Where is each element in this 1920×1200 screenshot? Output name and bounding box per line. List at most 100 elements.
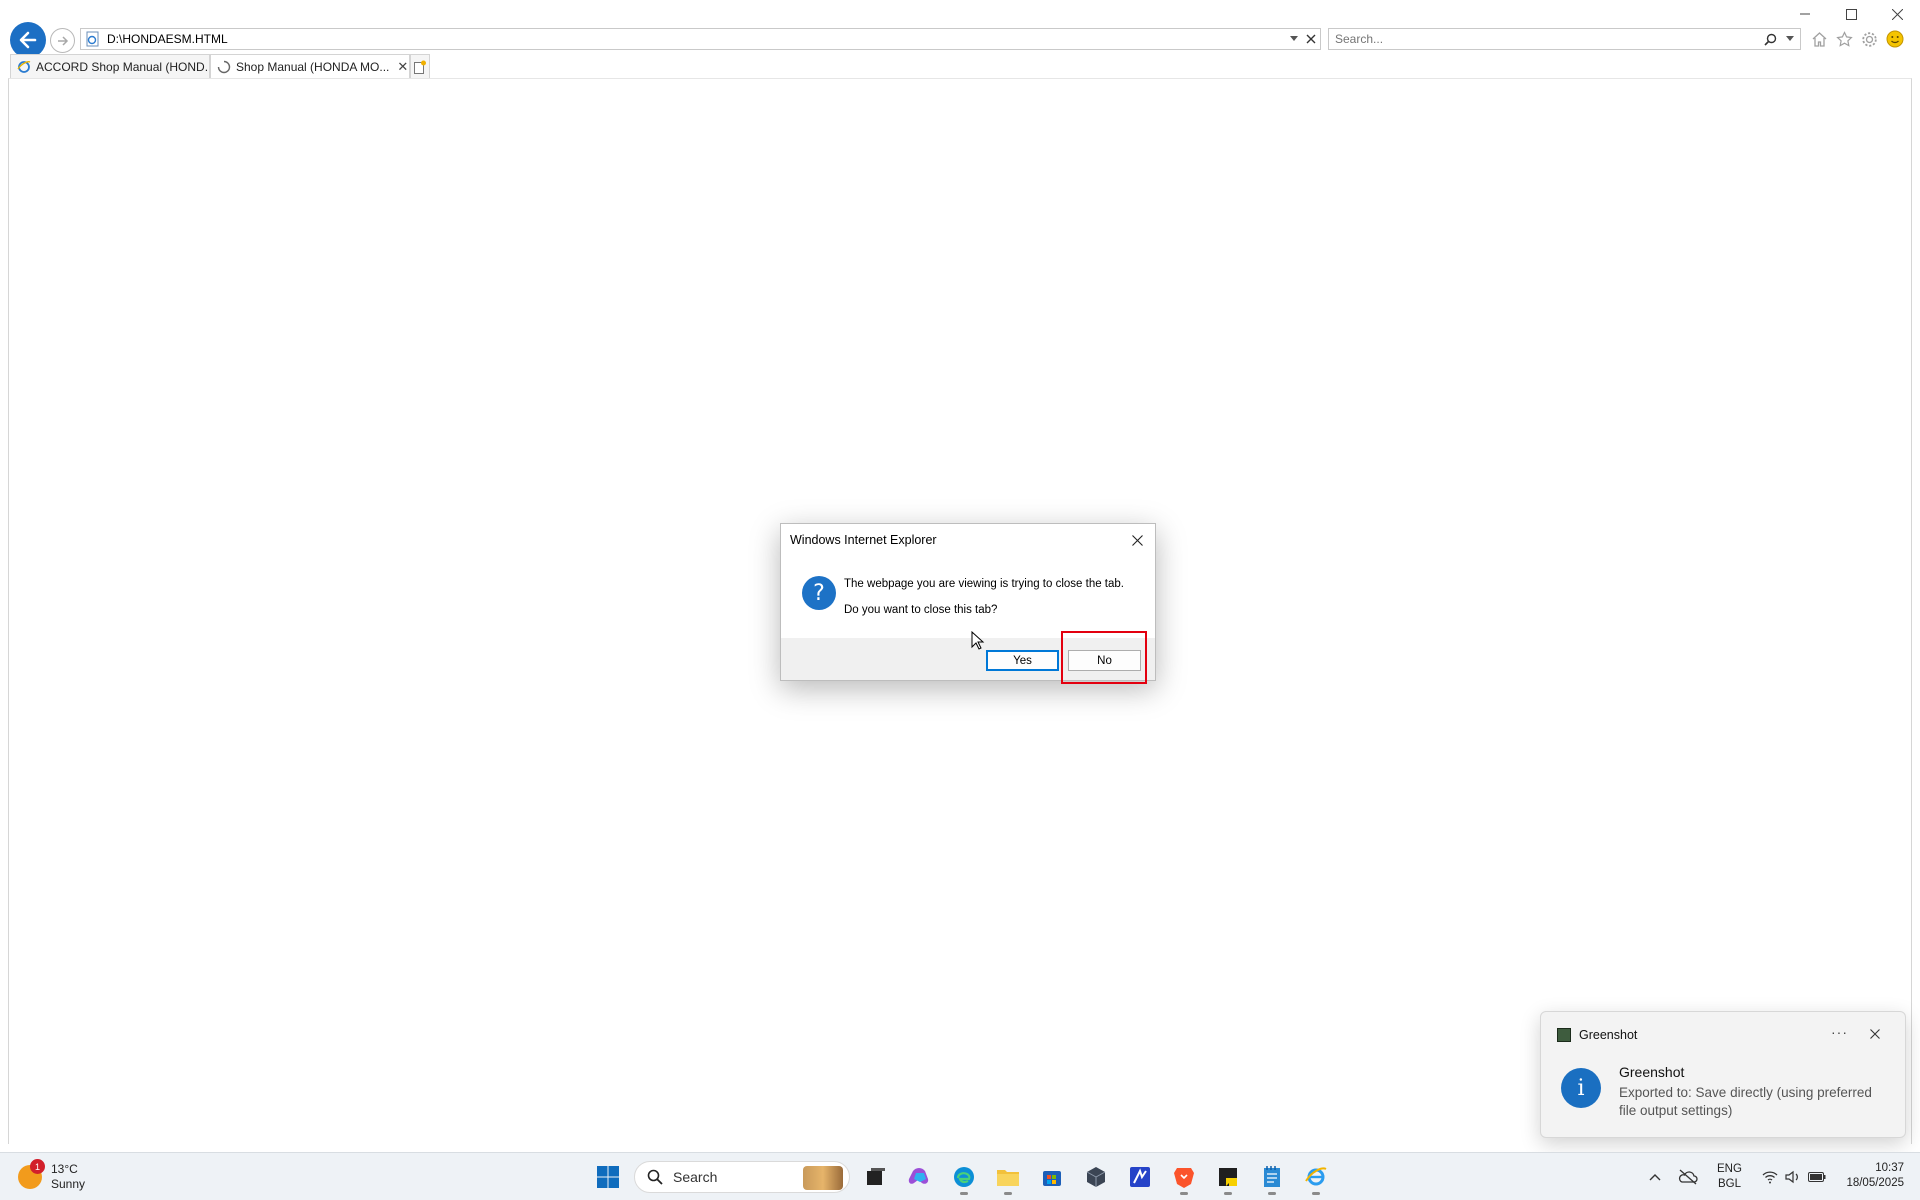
sticky-notes-button[interactable]: [1210, 1159, 1246, 1195]
internet-explorer-button[interactable]: [1298, 1159, 1334, 1195]
search-dropdown-icon[interactable]: [1780, 29, 1800, 49]
search-bar[interactable]: [1328, 28, 1801, 50]
more-options-icon[interactable]: ···: [1831, 1024, 1848, 1040]
taskbar-search-label: Search: [673, 1169, 718, 1185]
home-icon[interactable]: [1810, 30, 1829, 49]
toast-body: Exported to: Save directly (using prefer…: [1619, 1085, 1872, 1118]
question-icon: ?: [802, 576, 836, 610]
close-icon: [1131, 534, 1143, 546]
search-icon[interactable]: [1760, 29, 1780, 49]
weather-temperature: 13°C: [51, 1162, 78, 1176]
language-indicator[interactable]: ENG BGL: [1717, 1162, 1742, 1192]
volume-icon[interactable]: [1782, 1170, 1804, 1184]
edge-button[interactable]: [946, 1159, 982, 1195]
close-icon: [1891, 8, 1903, 20]
task-view-button[interactable]: [858, 1159, 894, 1195]
weather-widget[interactable]: 1 13°C Sunny: [18, 1159, 85, 1195]
notification-badge: 1: [30, 1159, 45, 1174]
tab-accord-manual[interactable]: ACCORD Shop Manual (HOND...: [10, 54, 210, 78]
address-dropdown-icon[interactable]: [1286, 29, 1302, 49]
copilot-icon: [908, 1168, 929, 1184]
keyboard-layout: BGL: [1717, 1178, 1741, 1190]
close-icon: [1870, 1029, 1880, 1039]
minimize-icon: [1800, 13, 1810, 15]
dialog-question: Do you want to close this tab?: [844, 604, 998, 616]
forward-arrow-icon: [57, 35, 68, 46]
close-window-button[interactable]: [1874, 0, 1920, 28]
app-cube-button[interactable]: [1078, 1159, 1114, 1195]
minimize-button[interactable]: [1782, 0, 1828, 28]
sticky-note-icon: [1219, 1168, 1237, 1186]
search-input[interactable]: [1335, 32, 1760, 46]
notepad-icon: [1264, 1166, 1280, 1187]
tab-strip: ACCORD Shop Manual (HOND... Shop Manual …: [10, 54, 430, 78]
toast-app-name: Greenshot: [1579, 1028, 1638, 1042]
address-bar[interactable]: [80, 28, 1321, 50]
windows-logo-icon: [597, 1166, 619, 1188]
cube-icon: [1086, 1167, 1106, 1187]
command-icons: [1810, 28, 1904, 50]
internet-explorer-icon: [1305, 1167, 1327, 1186]
greenshot-notification[interactable]: Greenshot ··· i Greenshot Exported to: S…: [1540, 1011, 1906, 1138]
ie-tab-icon: [17, 60, 31, 73]
no-button-highlight: [1061, 631, 1147, 684]
new-tab-icon: [414, 60, 426, 74]
tab-label: Shop Manual (HONDA MO...: [236, 59, 390, 74]
app-blue-button[interactable]: [1122, 1159, 1158, 1195]
search-icon: [647, 1169, 663, 1185]
window-controls: [1782, 0, 1920, 28]
greenshot-app-icon: [1557, 1028, 1571, 1042]
file-explorer-button[interactable]: [990, 1159, 1026, 1195]
sun-icon: 1: [18, 1159, 45, 1189]
task-view-icon: [867, 1168, 885, 1185]
tab-close-icon[interactable]: ✕: [397, 59, 408, 75]
taskbar-search[interactable]: Search: [634, 1161, 850, 1193]
battery-icon[interactable]: [1804, 1171, 1830, 1183]
chevron-up-icon[interactable]: [1645, 1173, 1665, 1181]
store-button[interactable]: [1034, 1159, 1070, 1195]
start-button[interactable]: [590, 1159, 626, 1195]
system-tray: ENG BGL: [1645, 1159, 1830, 1195]
notepad-button[interactable]: [1254, 1159, 1290, 1195]
toast-close-button[interactable]: [1865, 1024, 1885, 1044]
weather-condition: Sunny: [51, 1177, 86, 1191]
language-code: ENG: [1717, 1163, 1742, 1175]
back-button[interactable]: [10, 22, 46, 58]
ie-page-icon: [86, 31, 99, 47]
onedrive-offline-icon[interactable]: [1673, 1169, 1703, 1185]
browser-chrome: ACCORD Shop Manual (HOND... Shop Manual …: [0, 0, 1920, 78]
forward-button[interactable]: [50, 28, 75, 53]
toast-title: Greenshot: [1619, 1064, 1685, 1080]
taskbar-apps: Search: [590, 1159, 1334, 1195]
gear-icon[interactable]: [1860, 30, 1879, 49]
store-icon: [1043, 1171, 1061, 1186]
dialog-message: The webpage you are viewing is trying to…: [844, 578, 1124, 590]
clock-date: 18/05/2025: [1846, 1177, 1904, 1189]
maximize-button[interactable]: [1828, 0, 1874, 28]
wifi-icon[interactable]: [1758, 1170, 1782, 1184]
tab-label: ACCORD Shop Manual (HOND...: [36, 59, 210, 74]
tab-shop-manual[interactable]: Shop Manual (HONDA MO... ✕: [210, 54, 410, 78]
edge-icon: [954, 1167, 974, 1187]
dialog-title: Windows Internet Explorer: [790, 533, 937, 547]
clock-time: 10:37: [1875, 1162, 1904, 1174]
search-highlight-image: [803, 1166, 843, 1190]
address-input[interactable]: [107, 32, 1286, 46]
blue-app-icon: [1130, 1167, 1150, 1187]
dialog-close-button[interactable]: [1125, 528, 1149, 552]
taskbar: 1 13°C Sunny Search ENG BGL 10:37 18/05/…: [0, 1152, 1920, 1200]
stop-icon[interactable]: [1302, 29, 1320, 49]
brave-button[interactable]: [1166, 1159, 1202, 1195]
loading-spinner-icon: [217, 60, 231, 73]
back-arrow-icon: [19, 31, 37, 49]
yes-button[interactable]: Yes: [986, 650, 1059, 671]
folder-icon: [997, 1170, 1019, 1186]
mouse-cursor-icon: [971, 631, 985, 650]
clock[interactable]: 10:37 18/05/2025: [1830, 1161, 1904, 1191]
maximize-icon: [1845, 8, 1857, 20]
copilot-button[interactable]: [902, 1159, 938, 1195]
favorites-star-icon[interactable]: [1835, 30, 1854, 49]
info-icon: i: [1561, 1068, 1601, 1108]
new-tab-button[interactable]: [410, 54, 430, 78]
smiley-feedback-icon[interactable]: [1885, 30, 1904, 49]
